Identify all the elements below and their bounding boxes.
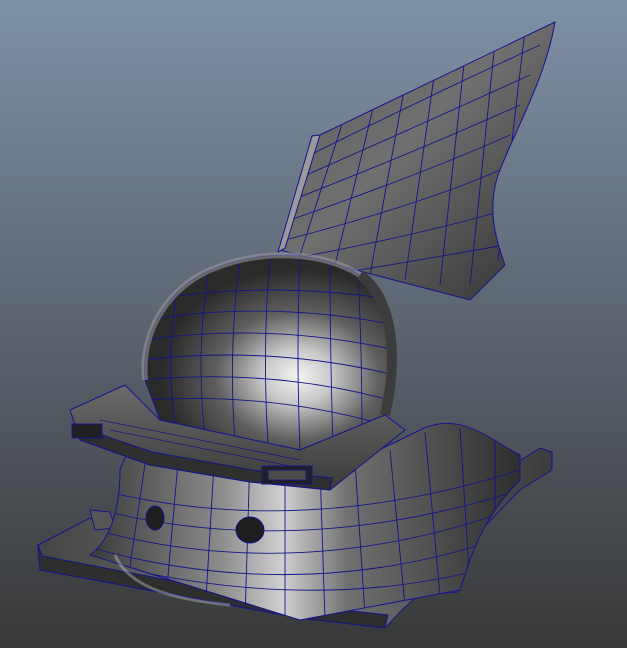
3d-viewport[interactable] <box>0 0 627 648</box>
vent-hole-left <box>145 505 165 531</box>
vent-hole-center <box>235 516 265 544</box>
viewport-canvas[interactable] <box>0 0 627 648</box>
rim-slot-left <box>71 423 103 439</box>
